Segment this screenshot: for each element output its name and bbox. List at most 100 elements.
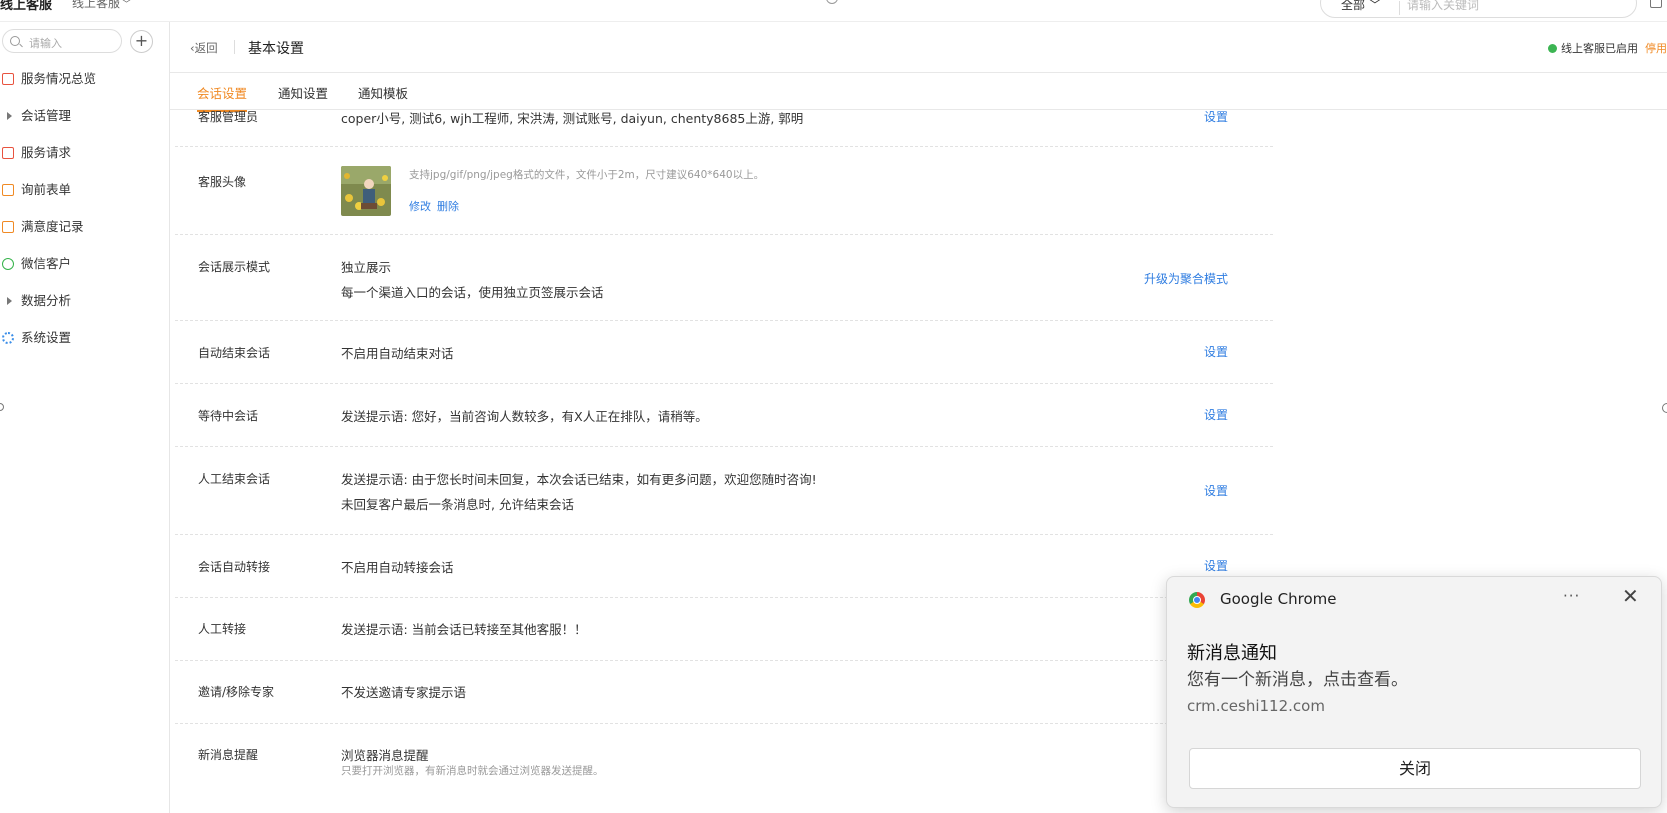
sidebar-item-label: 服务请求 <box>21 145 72 160</box>
rating-icon <box>2 221 14 233</box>
notification-body: 您有一个新消息，点击查看。 <box>1187 670 1408 690</box>
tab-notification-settings[interactable]: 通知设置 <box>278 83 328 110</box>
auto-transfer-set-button[interactable]: 设置 <box>1204 557 1228 574</box>
setting-description: 只要打开浏览器，有新消息时就会通过浏览器发送提醒。 <box>341 765 604 777</box>
setting-value: 浏览器消息提醒 <box>341 748 429 763</box>
sidebar-item-wechat[interactable]: 微信客户 <box>0 253 165 275</box>
setting-label: 人工结束会话 <box>198 472 271 486</box>
manual-end-set-button[interactable]: 设置 <box>1204 482 1228 499</box>
chevron-down-icon: ﹀ <box>1368 0 1381 12</box>
status-badge: 线上客服已启用 <box>1548 40 1638 56</box>
expand-arrow-icon <box>7 112 12 120</box>
setting-value: 发送提示语: 当前会话已转接至其他客服！！ <box>341 622 587 637</box>
setting-label: 客服头像 <box>198 175 247 189</box>
setting-value: 不启用自动结束对话 <box>341 346 454 361</box>
admins-set-button[interactable]: 设置 <box>1204 108 1228 125</box>
app-switcher[interactable]: 线上客服 ﹀ <box>72 0 131 11</box>
avatar-hint: 支持jpg/gif/png/jpeg格式的文件，文件小于2m，尺寸建议640*6… <box>409 169 765 181</box>
search-separator <box>1399 1 1400 15</box>
sidebar-search-input[interactable]: 请输入 <box>2 29 122 53</box>
search-scope-select[interactable]: 全部 ﹀ <box>1341 0 1381 13</box>
chrome-icon <box>1189 592 1205 608</box>
search-icon <box>10 36 20 46</box>
notification-title: 新消息通知 <box>1187 643 1277 664</box>
back-label: 返回 <box>194 41 218 55</box>
setting-label: 新消息提醒 <box>198 748 259 762</box>
setting-value: 不发送邀请专家提示语 <box>341 685 467 700</box>
setting-row-avatar: 客服头像 支持jpg/gif/png/jpeg格式的文件，文件小于2m，尺寸建议… <box>175 147 1273 235</box>
request-icon <box>2 147 14 159</box>
global-search-input[interactable]: 请输入关键词 <box>1407 0 1607 13</box>
sidebar-item-analytics[interactable]: 数据分析 <box>0 290 165 312</box>
disable-button[interactable]: 停用 <box>1645 40 1667 56</box>
browser-notification[interactable]: Google Chrome ··· ✕ 新消息通知 您有一个新消息，点击查看。 … <box>1166 576 1662 808</box>
setting-label: 会话展示模式 <box>198 260 271 274</box>
upgrade-aggregate-mode-link[interactable]: 升级为聚合模式 <box>1144 270 1228 287</box>
setting-row-invite-expert: 邀请/移除专家 不发送邀请专家提示语 <box>175 661 1273 724</box>
search-scope-label: 全部 <box>1341 0 1366 12</box>
setting-row-new-message: 新消息提醒 浏览器消息提醒 只要打开浏览器，有新消息时就会通过浏览器发送提醒。 <box>175 724 1273 794</box>
setting-value: 发送提示语: 由于您长时间未回复，本次会话已结束，如有更多问题，欢迎您随时咨询! <box>341 472 817 487</box>
setting-row-manual-transfer: 人工转接 发送提示语: 当前会话已转接至其他客服！！ <box>175 598 1273 661</box>
setting-value: 独立展示 <box>341 260 392 275</box>
wechat-icon <box>2 258 14 270</box>
sidebar-item-overview[interactable]: 服务情况总览 <box>0 68 165 90</box>
avatar-delete-link[interactable]: 删除 <box>437 198 459 214</box>
setting-row-display-mode: 会话展示模式 独立展示 每一个渠道入口的会话，使用独立页签展示会话 升级为聚合模… <box>175 235 1273 321</box>
setting-value: 发送提示语: 您好，当前咨询人数较多，有X人正在排队，请稍等。 <box>341 409 708 424</box>
sidebar-item-sessions[interactable]: 会话管理 <box>0 105 165 127</box>
auto-end-set-button[interactable]: 设置 <box>1204 343 1228 360</box>
sidebar-item-label: 满意度记录 <box>21 219 84 234</box>
page-title: 基本设置 <box>248 41 304 57</box>
app-title: 线上客服 <box>0 0 53 13</box>
document-icon[interactable] <box>1650 0 1662 8</box>
sidebar-item-preform[interactable]: 询前表单 <box>0 179 165 201</box>
avatar-edit-link[interactable]: 修改 <box>409 198 431 214</box>
waiting-set-button[interactable]: 设置 <box>1204 406 1228 423</box>
header-separator <box>234 40 235 54</box>
sidebar-item-label: 服务情况总览 <box>21 71 97 86</box>
setting-label: 客服管理员 <box>198 110 259 124</box>
tab-notification-templates[interactable]: 通知模板 <box>358 83 408 110</box>
monitor-icon <box>2 73 14 85</box>
sidebar-item-label: 会话管理 <box>21 108 72 123</box>
sidebar-item-label: 询前表单 <box>21 182 72 197</box>
gear-icon <box>2 332 14 344</box>
close-icon[interactable]: ✕ <box>1622 586 1639 606</box>
setting-description: 每一个渠道入口的会话，使用独立页签展示会话 <box>341 285 604 300</box>
setting-label: 等待中会话 <box>198 409 259 423</box>
chevron-down-icon: ﹀ <box>122 0 132 10</box>
sidebar-item-settings[interactable]: 系统设置 <box>0 327 165 349</box>
setting-label: 自动结束会话 <box>198 346 271 360</box>
setting-row-auto-end: 自动结束会话 不启用自动结束对话 设置 <box>175 321 1273 384</box>
sidebar: 请输入 + 服务情况总览 会话管理 服务请求 询前表单 满意度记录 微信客户 数… <box>0 22 170 813</box>
sidebar-item-satisfaction[interactable]: 满意度记录 <box>0 216 165 238</box>
form-icon <box>2 184 14 196</box>
setting-row-admins: 客服管理员 coper小号, 测试6, wjh工程师, 宋洪涛, 测试账号, d… <box>175 110 1273 147</box>
status-text: 线上客服已启用 <box>1561 42 1638 55</box>
setting-label: 人工转接 <box>198 622 247 636</box>
setting-label: 会话自动转接 <box>198 560 271 574</box>
status-dot-icon <box>1548 44 1557 53</box>
page-header: ‹返回 基本设置 线上客服已启用 停用 <box>170 22 1667 73</box>
app-switcher-label: 线上客服 <box>72 0 121 10</box>
add-button[interactable]: + <box>130 30 153 53</box>
notification-app-name: Google Chrome <box>1220 590 1337 608</box>
sidebar-item-requests[interactable]: 服务请求 <box>0 142 165 164</box>
tab-bar: 会话设置 通知设置 通知模板 <box>170 73 1667 112</box>
setting-row-manual-end: 人工结束会话 发送提示语: 由于您长时间未回复，本次会话已结束，如有更多问题，欢… <box>175 447 1273 535</box>
help-icon[interactable] <box>826 0 838 4</box>
more-options-icon[interactable]: ··· <box>1563 587 1580 605</box>
setting-row-auto-transfer: 会话自动转接 不启用自动转接会话 设置 <box>175 535 1273 598</box>
notification-close-button[interactable]: 关闭 <box>1189 748 1641 789</box>
setting-value: coper小号, 测试6, wjh工程师, 宋洪涛, 测试账号, daiyun,… <box>341 111 804 126</box>
setting-row-waiting: 等待中会话 发送提示语: 您好，当前咨询人数较多，有X人正在排队，请稍等。 设置 <box>175 384 1273 447</box>
setting-value: 不启用自动转接会话 <box>341 560 454 575</box>
expand-arrow-icon <box>7 297 12 305</box>
sidebar-item-label: 微信客户 <box>21 256 72 271</box>
global-search[interactable]: 全部 ﹀ 请输入关键词 <box>1320 0 1637 18</box>
back-button[interactable]: ‹返回 <box>190 40 218 56</box>
expand-handle-icon[interactable] <box>1662 403 1667 413</box>
sidebar-search-placeholder: 请输入 <box>29 37 62 50</box>
setting-description: 未回复客户最后一条消息时, 允许结束会话 <box>341 497 574 512</box>
